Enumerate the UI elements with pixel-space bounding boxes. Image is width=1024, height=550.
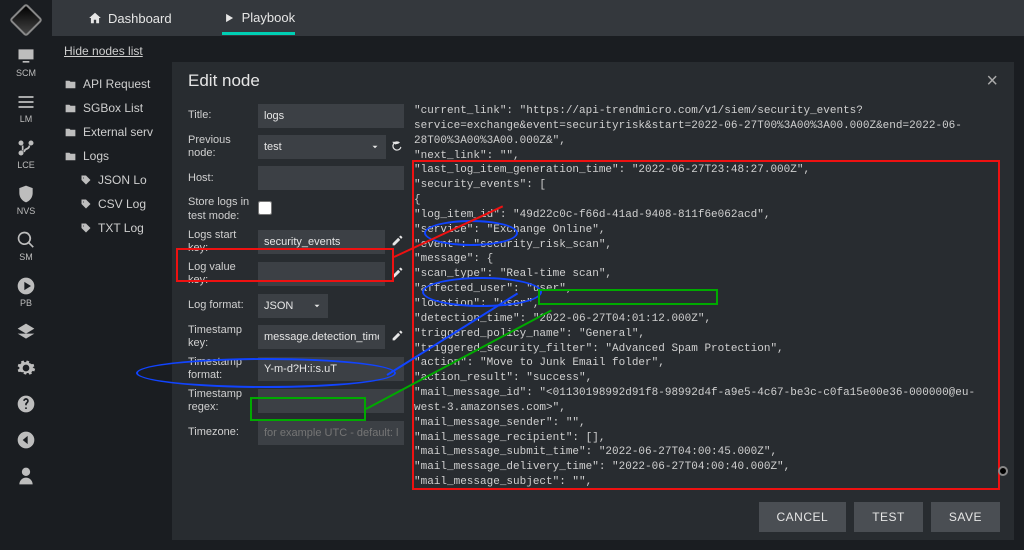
prevnode-label: Previous node: xyxy=(188,134,258,160)
log-format-label: Log format: xyxy=(188,299,258,312)
json-preview[interactable]: "current_link": "https://api-trendmicro.… xyxy=(414,104,1002,490)
edit-node-modal: Edit node × Title: Previous node:test Ho… xyxy=(172,62,1014,540)
tree-group-external[interactable]: External serv xyxy=(64,120,182,144)
ts-format-input[interactable] xyxy=(258,357,404,381)
hide-nodes-link[interactable]: Hide nodes list xyxy=(64,44,182,58)
top-nav: Dashboard Playbook xyxy=(52,0,1024,36)
close-icon[interactable]: × xyxy=(986,70,998,93)
rail-item-lm[interactable]: LM xyxy=(16,92,36,124)
logs-start-label: Logs start key: xyxy=(188,229,258,255)
pencil-icon xyxy=(391,266,404,279)
nav-dashboard[interactable]: Dashboard xyxy=(88,11,172,26)
tree-item-txt[interactable]: TXT Log xyxy=(80,216,182,240)
rail-item-back[interactable] xyxy=(16,430,36,452)
host-label: Host: xyxy=(188,172,258,185)
play-icon xyxy=(222,11,236,25)
app-logo[interactable] xyxy=(9,3,43,37)
node-form: Title: Previous node:test Host: Store lo… xyxy=(180,100,410,494)
play-circle-icon xyxy=(16,276,36,296)
test-button[interactable]: TEST xyxy=(854,502,923,532)
left-rail: SCM LM LCE NVS SM PB xyxy=(0,0,52,550)
modal-title: Edit node xyxy=(188,71,260,91)
gear-icon xyxy=(16,358,36,378)
timezone-label: Timezone: xyxy=(188,426,258,439)
tag-icon xyxy=(80,198,92,210)
refresh-button[interactable] xyxy=(390,139,404,156)
tree-group-logs[interactable]: Logs xyxy=(64,144,182,168)
tree-item-json[interactable]: JSON Lo xyxy=(80,168,182,192)
pencil-icon xyxy=(391,329,404,342)
tree-group-api[interactable]: API Request xyxy=(64,72,182,96)
tree-item-csv[interactable]: CSV Log xyxy=(80,192,182,216)
store-label: Store logs in test mode: xyxy=(188,196,258,222)
rail-item-settings[interactable] xyxy=(16,358,36,380)
ts-format-label: Timestamp format: xyxy=(188,356,258,382)
ts-key-label: Timestamp key: xyxy=(188,324,258,350)
rail-item-help[interactable] xyxy=(16,394,36,416)
ts-regex-label: Timestamp regex: xyxy=(188,388,258,414)
nav-playbook[interactable]: Playbook xyxy=(222,10,295,35)
user-icon xyxy=(16,466,36,486)
search-icon xyxy=(16,230,36,250)
pencil-icon xyxy=(391,234,404,247)
rail-item-layers[interactable] xyxy=(16,322,36,344)
home-icon xyxy=(88,11,102,25)
log-value-label: Log value key: xyxy=(188,261,258,287)
folder-icon xyxy=(64,78,77,91)
ts-key-input[interactable] xyxy=(258,325,385,349)
log-value-input[interactable] xyxy=(258,262,385,286)
title-input[interactable] xyxy=(258,104,404,128)
timezone-input[interactable] xyxy=(258,421,404,445)
log-value-edit[interactable] xyxy=(391,266,404,282)
branch-icon xyxy=(16,138,36,158)
folder-icon xyxy=(64,102,77,115)
tree-group-sgbox[interactable]: SGBox List xyxy=(64,96,182,120)
monitor-icon xyxy=(16,46,36,66)
rail-item-user[interactable] xyxy=(16,466,36,488)
tag-icon xyxy=(80,174,92,186)
logs-start-edit[interactable] xyxy=(391,234,404,250)
scroll-indicator xyxy=(998,466,1008,476)
rail-item-lce[interactable]: LCE xyxy=(16,138,36,170)
ts-key-edit[interactable] xyxy=(391,329,404,345)
save-button[interactable]: SAVE xyxy=(931,502,1000,532)
log-format-select[interactable]: JSON xyxy=(258,294,328,318)
logs-start-input[interactable] xyxy=(258,230,385,254)
ts-regex-input[interactable] xyxy=(258,389,404,413)
refresh-icon xyxy=(390,139,404,153)
rail-item-pb[interactable]: PB xyxy=(16,276,36,308)
back-icon xyxy=(16,430,36,450)
prevnode-select[interactable]: test xyxy=(258,135,386,159)
bars-icon xyxy=(16,92,36,112)
tag-icon xyxy=(80,222,92,234)
title-label: Title: xyxy=(188,109,258,122)
folder-icon xyxy=(64,126,77,139)
rail-item-scm[interactable]: SCM xyxy=(16,46,36,78)
nodes-tree: Hide nodes list API Request SGBox List E… xyxy=(52,0,182,550)
layers-icon xyxy=(16,322,36,342)
folder-icon xyxy=(64,150,77,163)
rail-item-sm[interactable]: SM xyxy=(16,230,36,262)
store-checkbox[interactable] xyxy=(258,201,272,215)
rail-item-nvs[interactable]: NVS xyxy=(16,184,36,216)
host-input[interactable] xyxy=(258,166,404,190)
help-icon xyxy=(16,394,36,414)
shield-icon xyxy=(16,184,36,204)
cancel-button[interactable]: CANCEL xyxy=(759,502,847,532)
